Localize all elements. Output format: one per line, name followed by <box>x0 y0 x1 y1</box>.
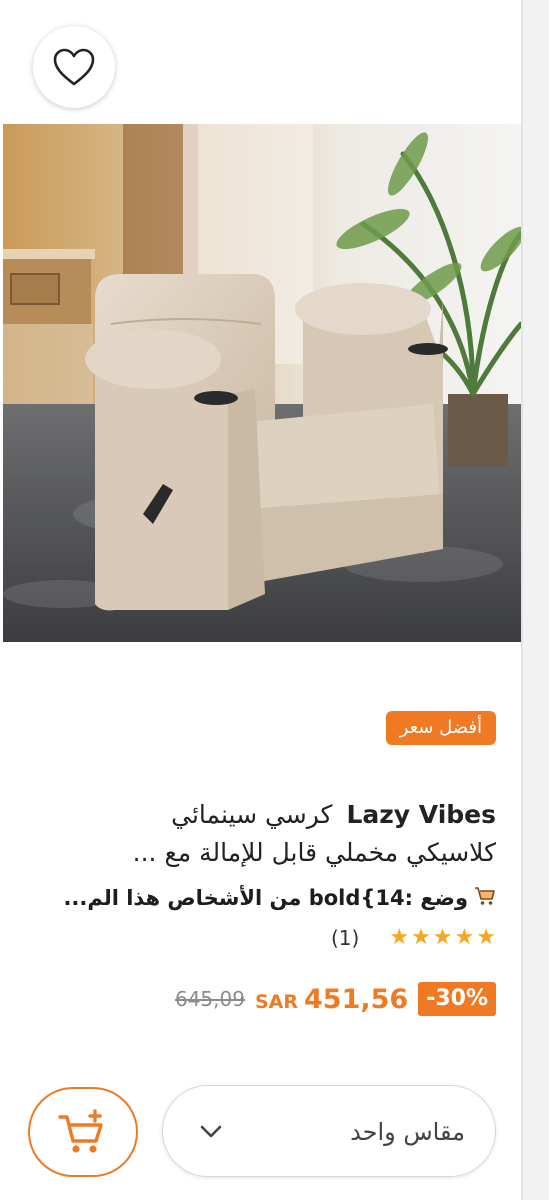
product-meta: وضع :bold{14 من الأشخاص هذا الم... <box>26 882 496 914</box>
star-icon: ★ <box>432 925 453 950</box>
chevron-down-icon <box>200 1125 222 1138</box>
old-price: 645,09 <box>174 987 245 1011</box>
product-brand: Lazy Vibes <box>346 800 496 829</box>
wishlist-button[interactable] <box>33 26 115 108</box>
product-image[interactable] <box>3 124 521 642</box>
cart-plus-icon <box>58 1109 103 1153</box>
star-icon: ★ <box>476 925 496 950</box>
product-meta-text: وضع :bold{14 من الأشخاص هذا الم... <box>63 886 468 910</box>
best-price-badge: أفضل سعر <box>385 711 496 745</box>
size-select[interactable]: مقاس واحد <box>162 1085 496 1177</box>
size-select-label: مقاس واحد <box>350 1118 465 1146</box>
heart-icon <box>53 48 95 86</box>
star-icon: ★ <box>389 925 410 950</box>
add-to-cart-button[interactable] <box>28 1087 138 1177</box>
star-icon: ★ <box>454 925 475 950</box>
rating-stars: ★ ★ ★ ★ ★ <box>389 927 496 949</box>
product-rating[interactable]: ★ ★ ★ ★ ★ (1) <box>331 922 496 954</box>
price-row: -30% SAR 451,56 645,09 <box>175 982 496 1016</box>
price-amount: 451,56 <box>304 983 409 1015</box>
rating-count: (1) <box>330 926 360 950</box>
product-title-line2: كلاسيكي مخملي قابل للإمالة مع ... <box>132 838 496 867</box>
price-currency: SAR <box>254 990 298 1013</box>
discount-badge: -30% <box>418 982 496 1016</box>
star-icon: ★ <box>411 925 431 950</box>
current-price: SAR 451,56 <box>255 984 408 1015</box>
product-title-line1: كرسي سينمائي <box>171 800 333 829</box>
product-card[interactable]: أفضل سعر Lazy Vibes كرسي سينمائي كلاسيكي … <box>0 0 523 1200</box>
product-title[interactable]: Lazy Vibes كرسي سينمائي كلاسيكي مخملي قاب… <box>26 796 496 872</box>
cart-icon <box>474 883 496 914</box>
